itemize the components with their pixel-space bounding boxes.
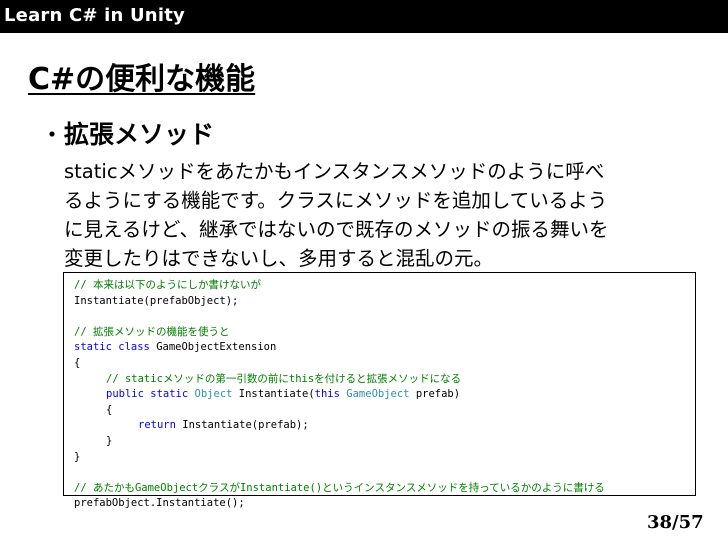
header-title: Learn C# in Unity — [4, 5, 185, 26]
code-line: prefabObject.Instantiate(); — [74, 497, 245, 510]
code-keyword: public — [106, 388, 144, 401]
code-comment: // あたかもGameObjectクラスがInstantiate()というインス… — [74, 481, 605, 494]
code-line: return Instantiate(prefab); — [74, 418, 695, 434]
slide-title: C#の便利な機能 — [28, 62, 256, 97]
code-comment: // 本来は以下のようにしか書けないが — [74, 279, 261, 291]
code-line: Instantiate(prefabObject); — [74, 294, 239, 307]
code-keyword: class — [118, 341, 150, 354]
code-type: GameObject — [346, 388, 410, 401]
code-identifier: Instantiate( — [232, 388, 315, 401]
page-number: 38/57 — [647, 512, 704, 533]
code-brace: { — [106, 403, 113, 416]
code-comment: // 拡張メソッドの機能を使うと — [74, 325, 230, 338]
code-identifier: prefab) — [409, 388, 461, 401]
code-block: // 本来は以下のようにしか書けないが Instantiate(prefabOb… — [63, 272, 696, 509]
code-keyword: static — [74, 341, 112, 354]
bullet-mark: ・ — [40, 121, 64, 149]
body-line: staticメソッドをあたかもインスタンスメソッドのように呼べ — [64, 160, 605, 183]
code-type: Object — [194, 388, 233, 401]
bullet-heading: 拡張メソッド — [64, 120, 215, 149]
code-identifier: Instantiate(prefab); — [175, 419, 309, 432]
body-line: るようにする機能です。クラスにメソッドを追加しているよう — [64, 189, 608, 212]
code-brace: } — [74, 450, 81, 463]
code-keyword: this — [314, 388, 340, 401]
code-line: public static Object Instantiate(this Ga… — [74, 387, 695, 403]
header-bar: Learn C# in Unity — [0, 0, 728, 33]
body-line: に見えるけど、継承ではないので既存のメソッドの振る舞いを — [64, 218, 609, 241]
code-keyword: return — [138, 419, 176, 432]
code-brace: } — [106, 434, 113, 447]
code-keyword: static — [150, 388, 189, 401]
code-brace: { — [74, 356, 81, 369]
code-identifier: GameObjectExtension — [149, 341, 277, 354]
code-line: static class GameObjectExtension — [74, 340, 695, 356]
body-line: 変更したりはできないし、多用すると混乱の元。 — [64, 247, 494, 270]
code-comment: // staticメソッドの第一引数の前にthisを付けると拡張メソッドになる — [106, 372, 462, 385]
body-paragraph: staticメソッドをあたかもインスタンスメソッドのように呼べ るようにする機能… — [64, 157, 704, 273]
